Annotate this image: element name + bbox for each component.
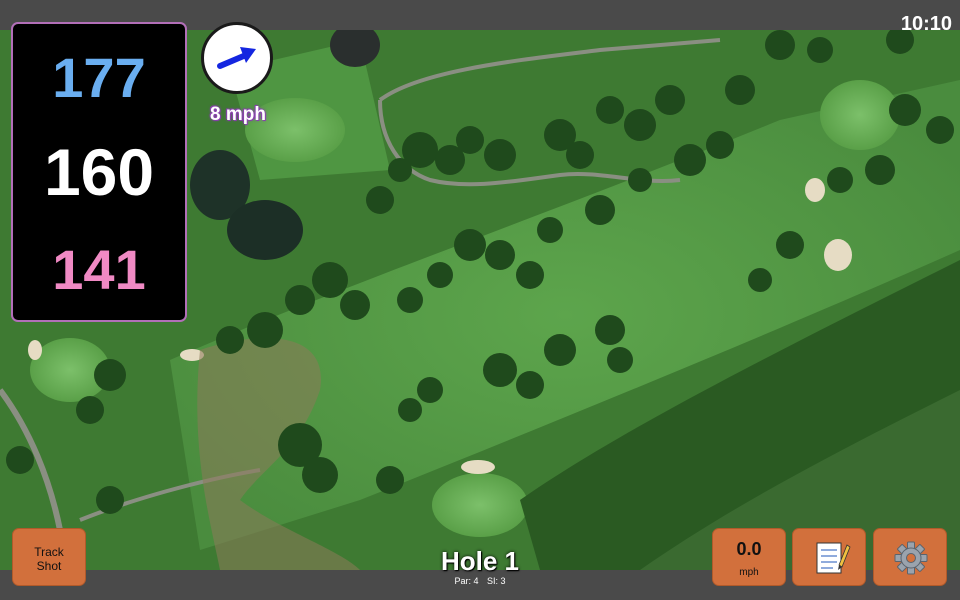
wind-direction-indicator: [201, 22, 273, 94]
track-shot-label: Track Shot: [34, 545, 64, 573]
track-shot-button[interactable]: Track Shot: [12, 528, 86, 586]
hole-stroke-index: SI: 3: [487, 576, 506, 586]
front-distance: 141: [52, 238, 146, 301]
speed-unit: mph: [739, 567, 759, 578]
speed-value: 0.0: [736, 539, 762, 559]
arrow-icon: [217, 47, 256, 69]
wind-speed: 8 mph: [210, 104, 266, 125]
back-distance: 177: [52, 46, 146, 109]
speed-button[interactable]: 0.0 mph: [712, 528, 786, 586]
gear-icon: [894, 541, 928, 575]
notes-button[interactable]: [792, 528, 866, 586]
notepad-icon: [816, 542, 851, 574]
settings-button[interactable]: [873, 528, 947, 586]
distance-panel: 177 160 141: [11, 22, 187, 322]
middle-distance: 160: [43, 135, 155, 209]
hole-par: Par: 4: [454, 576, 479, 586]
hole-details: Par: 4 SI: 3: [380, 576, 580, 586]
hole-title: Hole 1: [440, 546, 520, 576]
